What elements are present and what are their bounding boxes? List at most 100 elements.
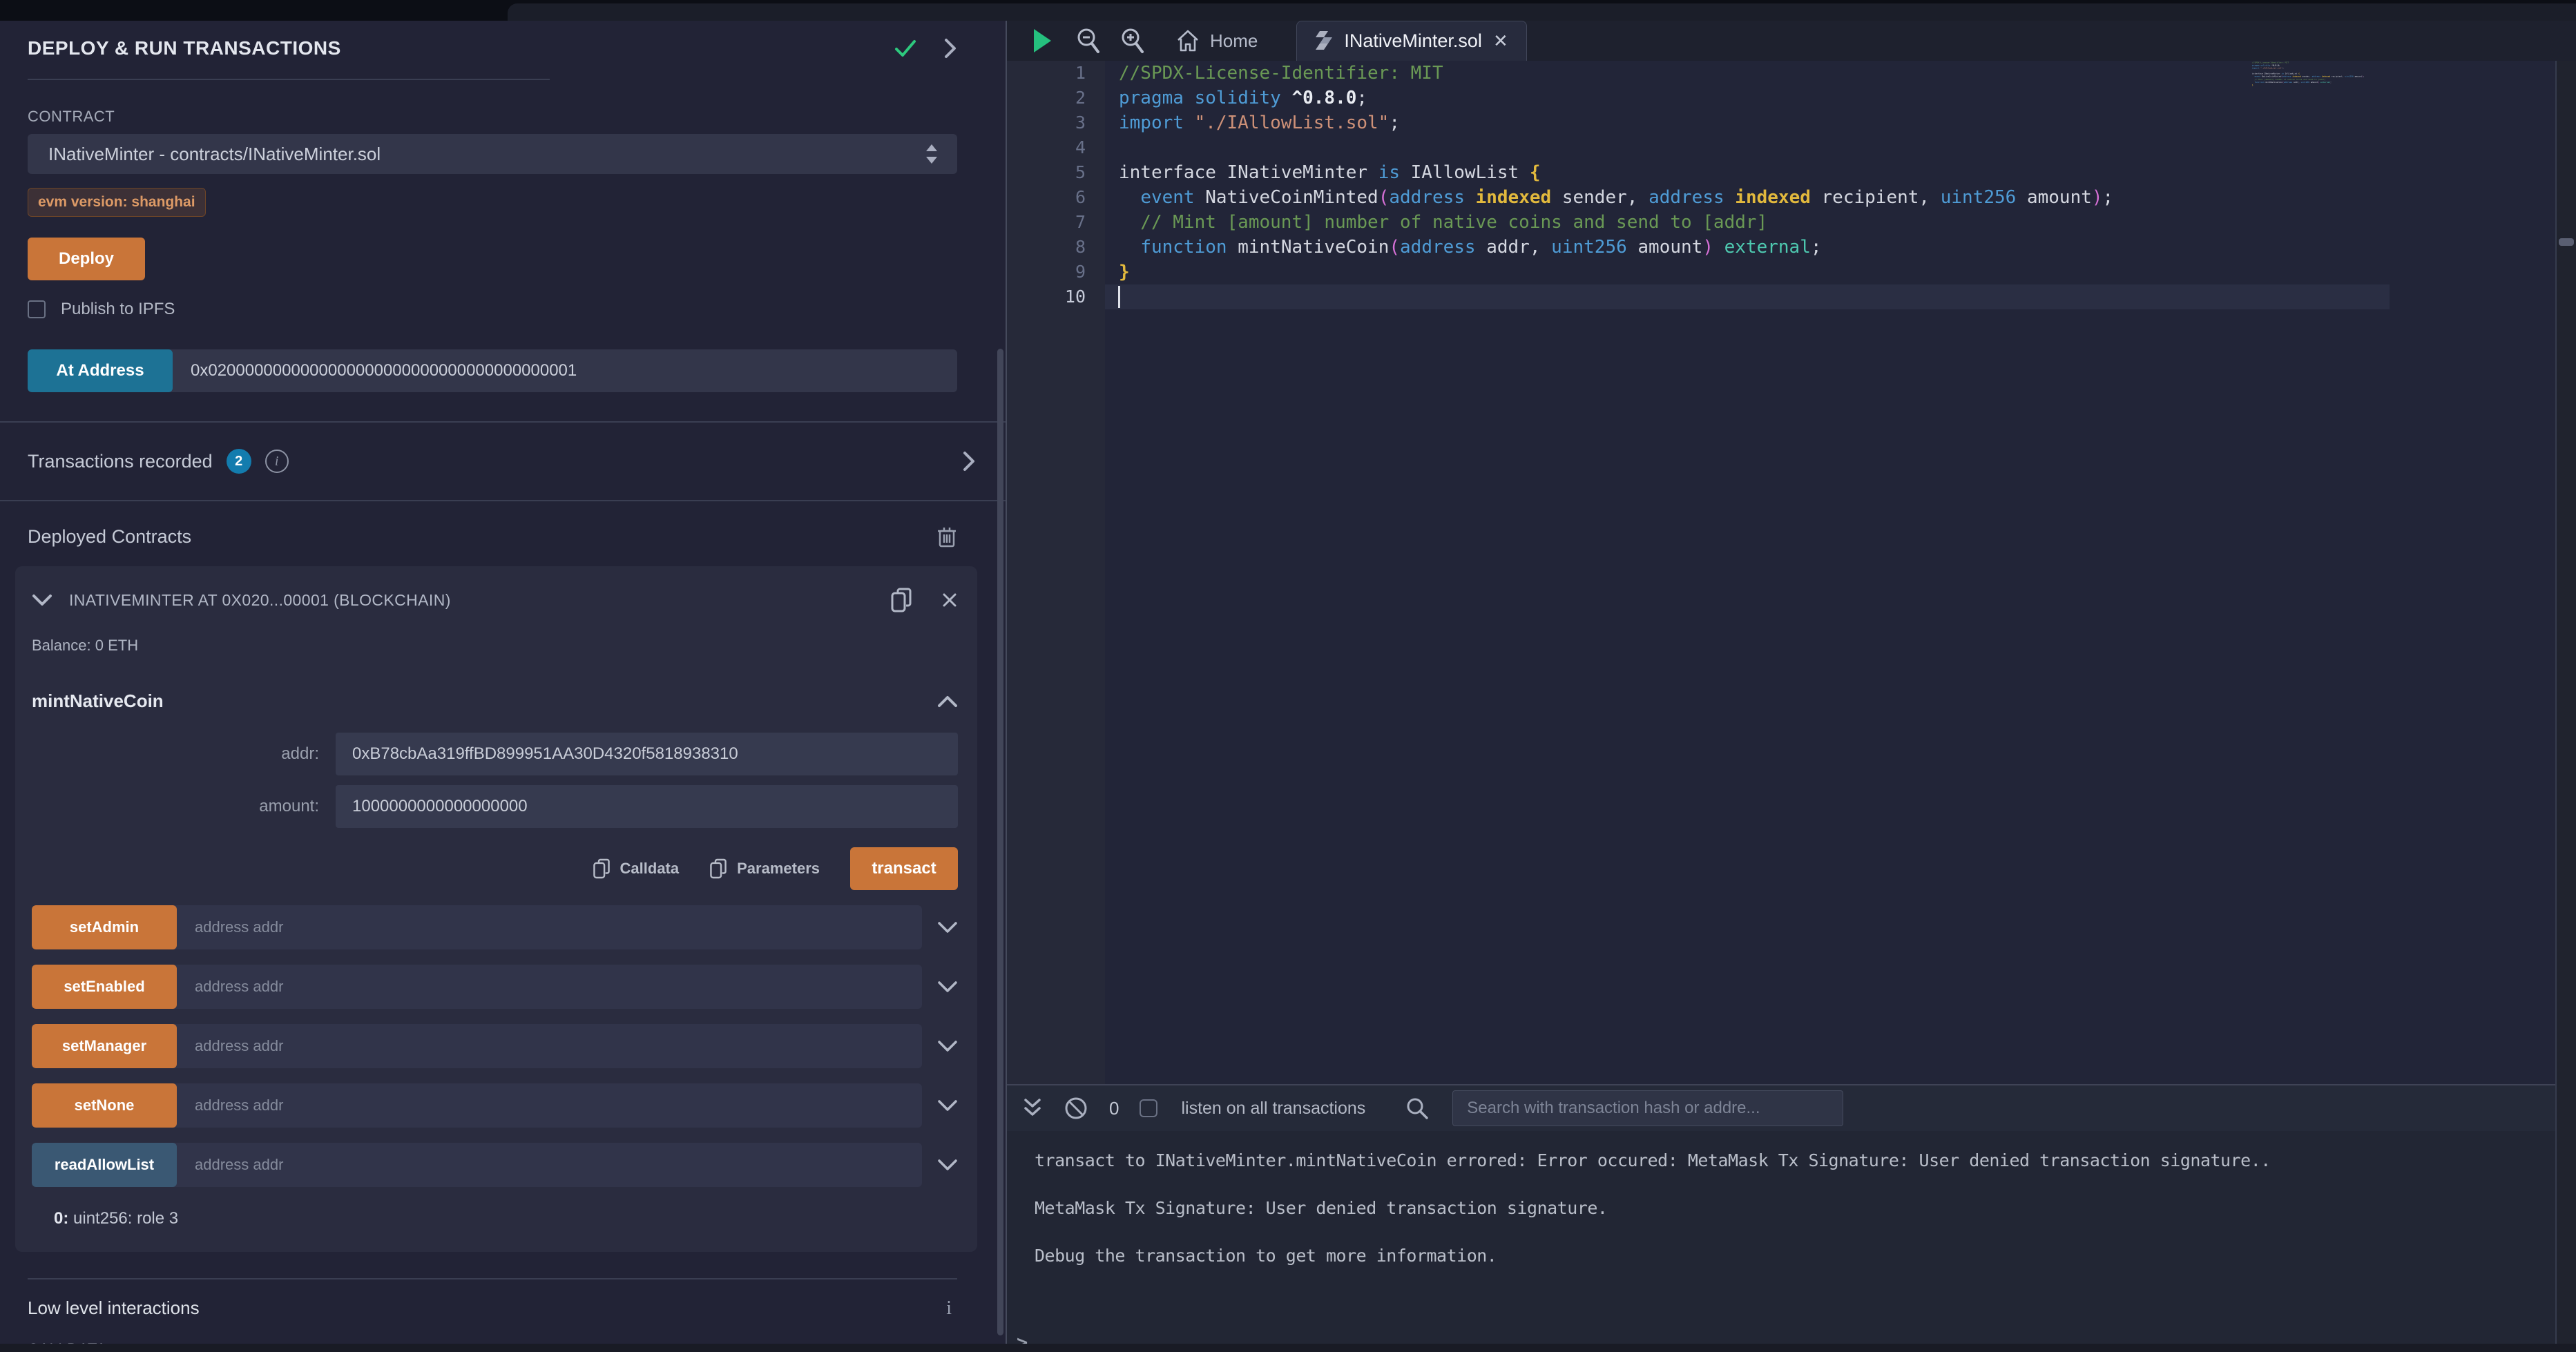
code-line xyxy=(2252,86,2390,89)
tab-home-label: Home xyxy=(1210,30,1258,52)
editor-scrollbar-thumb[interactable] xyxy=(2559,238,2574,246)
deployed-contracts-title: Deployed Contracts xyxy=(28,526,191,548)
function-row: setManager xyxy=(32,1024,958,1068)
editor-scrollbar-track[interactable] xyxy=(2555,61,2576,1344)
line-number: 9 xyxy=(1007,260,1105,284)
terminal-search-input[interactable] xyxy=(1452,1090,1843,1126)
pending-tx-count: 0 xyxy=(1109,1098,1119,1119)
setAdmin-input[interactable] xyxy=(177,905,922,949)
tab-home[interactable]: Home xyxy=(1175,28,1258,53)
code-line: //SPDX-License-Identifier: MIT xyxy=(1119,61,2113,86)
expand-setAdmin-icon[interactable] xyxy=(937,921,958,934)
window-bottom-strip xyxy=(0,1344,2576,1352)
copy-calldata-button[interactable]: Calldata xyxy=(593,858,680,880)
setManager-button[interactable]: setManager xyxy=(32,1024,177,1068)
gutter: 12345678910 xyxy=(1007,61,1105,1084)
expand-readAllowList-icon[interactable] xyxy=(937,1159,958,1171)
section-divider xyxy=(28,1278,957,1279)
expand-setEnabled-icon[interactable] xyxy=(937,981,958,993)
contract-select-value: INativeMinter - contracts/INativeMinter.… xyxy=(48,144,381,165)
run-script-icon[interactable] xyxy=(1032,28,1052,54)
zoom-out-icon[interactable] xyxy=(1076,28,1101,54)
addr-input[interactable] xyxy=(336,733,958,775)
text-cursor xyxy=(1118,286,1120,308)
addr-label: addr: xyxy=(32,744,336,764)
transact-button[interactable]: transact xyxy=(850,847,958,890)
listen-transactions-label: listen on all transactions xyxy=(1181,1099,1365,1119)
setManager-input[interactable] xyxy=(177,1024,922,1068)
terminal-output[interactable]: transact to INativeMinter.mintNativeCoin… xyxy=(1007,1150,2555,1352)
select-caret-icon xyxy=(924,142,939,166)
copy-address-icon[interactable] xyxy=(890,587,912,613)
deployed-contract-card: INATIVEMINTER AT 0X020...00001 (BLOCKCHA… xyxy=(15,566,977,1252)
setAdmin-button[interactable]: setAdmin xyxy=(32,905,177,949)
line-number: 7 xyxy=(1007,210,1105,235)
collapse-function-icon[interactable] xyxy=(937,695,958,708)
expand-setManager-icon[interactable] xyxy=(937,1040,958,1052)
title-underline xyxy=(28,79,550,80)
code-line xyxy=(1119,284,2113,309)
home-icon xyxy=(1175,28,1200,53)
readAllowList-button[interactable]: readAllowList xyxy=(32,1143,177,1187)
line-number: 1 xyxy=(1007,61,1105,86)
terminal-toolbar: 0 listen on all transactions xyxy=(1007,1085,2555,1131)
line-number: 4 xyxy=(1007,135,1105,160)
zoom-in-icon[interactable] xyxy=(1120,28,1145,54)
editor-region: Home INativeMinter.sol ✕ 12345678910 //S… xyxy=(1007,21,2576,1084)
code-line xyxy=(1119,135,2113,160)
info-icon[interactable]: i xyxy=(265,450,289,473)
calldata-copy-label: Calldata xyxy=(620,860,680,878)
at-address-value[interactable]: 0x02000000000000000000000000000000000000… xyxy=(173,349,577,392)
remove-contract-icon[interactable] xyxy=(941,592,958,608)
code-line: } xyxy=(1119,260,2113,284)
amount-input[interactable] xyxy=(336,785,958,828)
line-number: 5 xyxy=(1007,160,1105,185)
expand-terminal-icon[interactable] xyxy=(1022,1097,1043,1120)
line-number: 8 xyxy=(1007,235,1105,260)
setNone-button[interactable]: setNone xyxy=(32,1083,177,1128)
readAllowList-input[interactable] xyxy=(177,1143,922,1187)
trash-icon[interactable] xyxy=(936,525,957,548)
minimap-code: //SPDX-License-Identifier: MITpragma sol… xyxy=(2251,61,2390,89)
close-tab-icon[interactable]: ✕ xyxy=(1493,30,1508,52)
info-icon[interactable]: i xyxy=(946,1297,957,1320)
expand-transactions-icon[interactable] xyxy=(963,451,975,472)
contract-select[interactable]: INativeMinter - contracts/INativeMinter.… xyxy=(28,134,957,174)
expand-setNone-icon[interactable] xyxy=(937,1099,958,1112)
line-number: 6 xyxy=(1007,185,1105,210)
code-lines: //SPDX-License-Identifier: MITpragma sol… xyxy=(1119,61,2113,309)
setEnabled-input[interactable] xyxy=(177,965,922,1009)
copy-parameters-button[interactable]: Parameters xyxy=(709,858,820,880)
check-icon xyxy=(894,38,917,59)
low-level-title: Low level interactions xyxy=(28,1297,200,1319)
terminal-log-line: MetaMask Tx Signature: User denied trans… xyxy=(1007,1198,2555,1218)
terminal-log-line: Debug the transaction to get more inform… xyxy=(1007,1246,2555,1266)
function-name: mintNativeCoin xyxy=(32,691,164,712)
tab-inativeminter[interactable]: INativeMinter.sol ✕ xyxy=(1296,21,1526,61)
collapse-panel-icon[interactable] xyxy=(943,37,957,59)
call-output-index: 0: xyxy=(54,1209,68,1228)
publish-ipfs-checkbox[interactable] xyxy=(28,300,46,318)
amount-label: amount: xyxy=(32,797,336,816)
collapse-contract-icon[interactable] xyxy=(32,594,52,606)
deployed-contract-title: INATIVEMINTER AT 0X020...00001 (BLOCKCHA… xyxy=(69,591,890,610)
listen-transactions-checkbox[interactable] xyxy=(1140,1099,1157,1117)
transactions-recorded-label: Transactions recorded xyxy=(28,451,213,472)
function-row: setNone xyxy=(32,1083,958,1128)
transactions-recorded-section[interactable]: Transactions recorded 2 i xyxy=(0,421,1006,501)
code-editor[interactable]: 12345678910 //SPDX-License-Identifier: M… xyxy=(1007,61,2576,1084)
setNone-input[interactable] xyxy=(177,1083,922,1128)
clear-console-icon[interactable] xyxy=(1064,1096,1088,1121)
code-line: pragma solidity ^0.8.0; xyxy=(1119,86,2113,110)
solidity-icon xyxy=(1315,28,1333,55)
code-line: interface INativeMinter is IAllowList { xyxy=(1119,160,2113,185)
deploy-button[interactable]: Deploy xyxy=(28,238,145,280)
minimap[interactable]: //SPDX-License-Identifier: MITpragma sol… xyxy=(2251,61,2390,1084)
function-row: readAllowList xyxy=(32,1143,958,1187)
setEnabled-button[interactable]: setEnabled xyxy=(32,965,177,1009)
editor-tab-bar: Home INativeMinter.sol ✕ xyxy=(1007,21,2576,61)
panel-scrollbar[interactable] xyxy=(997,349,1003,1335)
evm-version-badge: evm version: shanghai xyxy=(28,188,206,217)
at-address-button[interactable]: At Address xyxy=(28,349,173,392)
line-number: 10 xyxy=(1007,284,1105,309)
